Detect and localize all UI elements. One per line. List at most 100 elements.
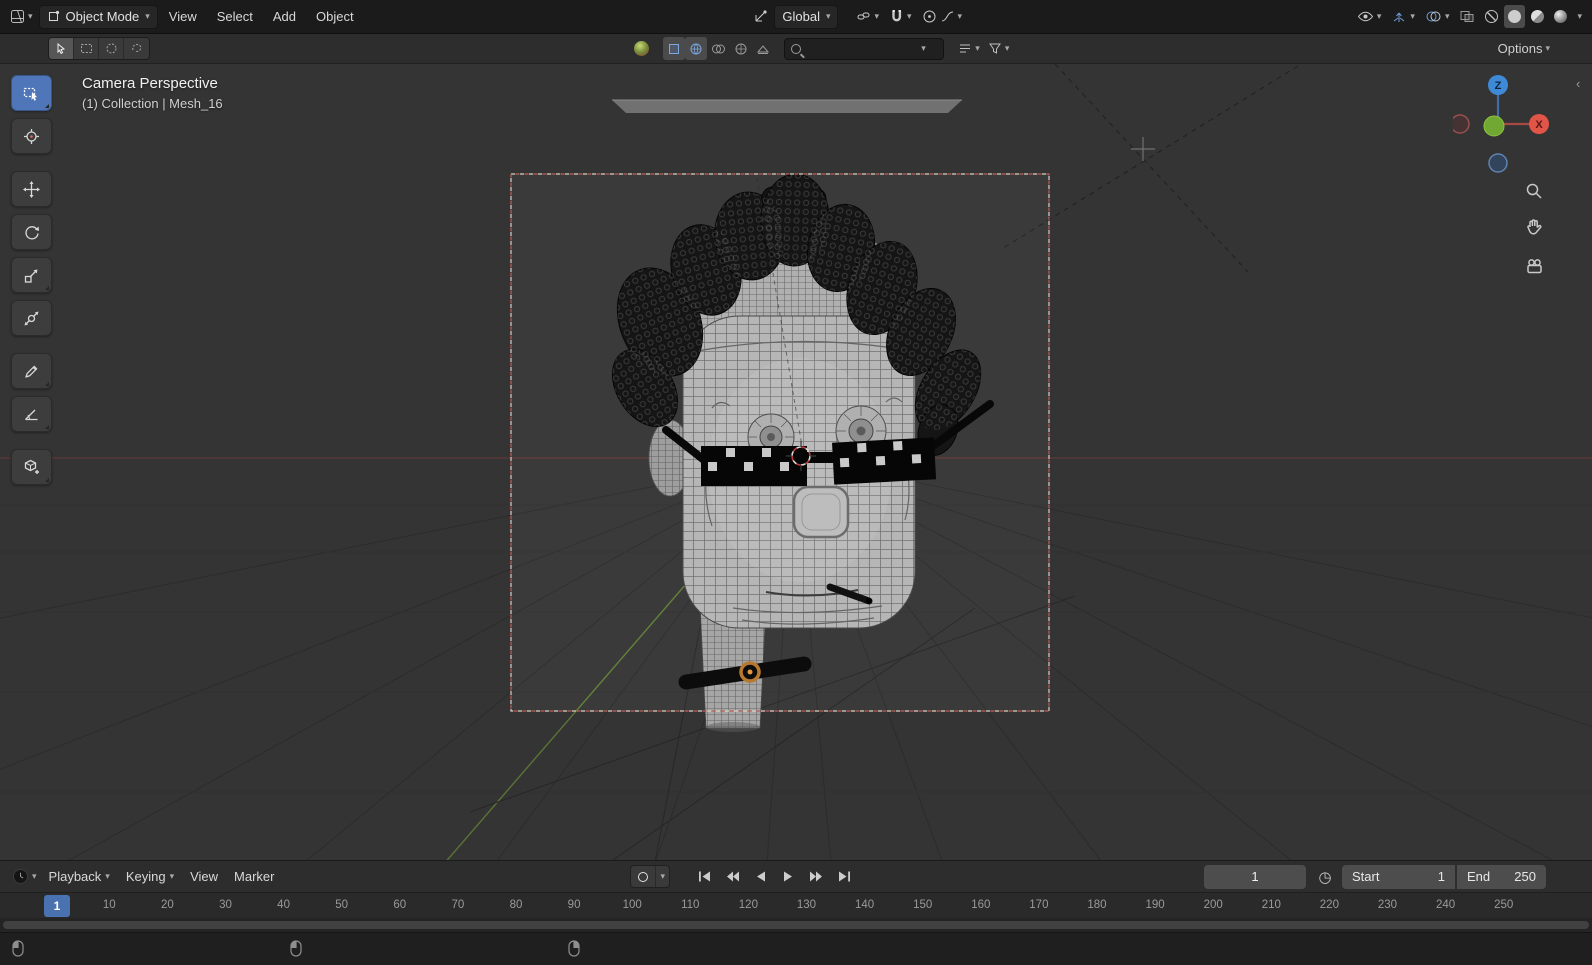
toggle-xray-button[interactable] [1455,5,1479,28]
auto-keying-button[interactable]: ▾ [630,865,671,888]
ruler-tick: 200 [1203,899,1223,911]
snap-target-button[interactable]: ▾ [852,5,883,28]
tool-annotate[interactable] [11,353,52,389]
flat-panel-icon [756,42,770,56]
playhead[interactable]: 1 [44,895,70,917]
viewport-header-row1: ▾ Object Mode ▾ View Select Add Object G… [0,0,1592,33]
chevron-down-icon: ▾ [1444,11,1450,21]
shading-rendered-button[interactable] [1550,5,1571,28]
visibility-button[interactable]: ▾ [1353,5,1386,28]
proportional-editing-button[interactable]: ▾ [918,5,967,28]
chevron-down-icon: ▾ [1545,43,1550,53]
gizmo-square-icon [667,42,681,56]
compositor-toggle-button[interactable] [752,37,774,60]
jump-to-end-button[interactable] [832,866,856,888]
menu-marker-label: Marker [234,869,275,884]
toggle-overlays-button[interactable] [685,37,708,60]
editor-3d-viewport-icon [10,9,25,24]
gizmo-arrows-icon [1391,9,1407,24]
material-preview-ball-icon [634,41,650,56]
ruler-tick: 40 [277,899,290,911]
shading-globe-button[interactable] [730,37,752,60]
select-tweak-button[interactable] [49,38,74,59]
shading-options-button[interactable]: ▾ [1573,5,1586,28]
select-circle-button[interactable] [99,38,124,59]
sidebar-toggle-arrow[interactable]: ‹ [1576,76,1580,91]
jump-prev-keyframe-button[interactable] [720,866,744,888]
tool-select-box[interactable] [11,75,52,111]
options-dropdown[interactable]: Options ▾ [1494,37,1554,60]
transform-orientation-dropdown[interactable]: Global ▾ [774,4,839,29]
transform-orientation-icon-button[interactable] [749,5,772,28]
menu-marker[interactable]: Marker [226,865,282,889]
jump-to-start-button[interactable] [692,866,716,888]
navigation-gizmo[interactable]: Z X [1453,73,1553,173]
show-gizmos-button[interactable]: ▾ [1387,5,1419,28]
zoom-button[interactable] [1521,178,1547,204]
menu-object[interactable]: Object [307,5,363,29]
pan-hand-button[interactable] [1521,214,1547,240]
ruler-tick: 70 [451,899,465,911]
shading-wireframe-button[interactable] [1481,5,1502,28]
timeline-editor-type-button[interactable]: ▾ [8,865,41,888]
mode-dropdown[interactable]: Object Mode ▾ [38,4,158,29]
viewport-header-row2: ▾ ▾ ▾ Options ▾ [0,33,1592,64]
chevron-down-icon: ▾ [907,11,912,21]
editor-type-button[interactable]: ▾ [6,5,37,28]
wireframe-sphere-icon [1485,10,1499,23]
tool-move[interactable] [11,171,52,207]
globe-grid-icon [734,42,748,56]
menu-keying[interactable]: Keying ▾ [118,865,182,889]
tool-measure[interactable] [11,396,52,432]
frame-end-field[interactable]: End 250 [1457,864,1546,889]
shading-material-button[interactable] [1527,5,1548,28]
menu-select[interactable]: Select [208,5,262,29]
jump-next-keyframe-button[interactable] [804,866,828,888]
tool-add-cube[interactable] [11,449,52,485]
frame-start-field[interactable]: Start 1 [1342,864,1455,889]
select-lasso-button[interactable] [124,38,149,59]
snapping-button[interactable]: ▾ [885,5,916,28]
auto-keying-dropdown[interactable]: ▾ [655,866,669,887]
toggle-xray-small-button[interactable] [707,37,730,60]
svg-text:X: X [1535,119,1543,131]
play-button[interactable] [776,866,800,888]
search-input[interactable] [806,41,917,56]
search-icon [791,43,802,54]
viewport-search-field[interactable]: ▾ [784,37,945,60]
tool-cursor[interactable] [11,118,52,154]
timeline-scroll-region [0,918,1592,932]
current-frame-value: 1 [1251,869,1259,884]
filter-list-button[interactable]: ▾ [954,37,984,60]
select-box-button[interactable] [74,38,99,59]
timeline-ruler[interactable]: 10 20 30 40 50 60 70 80 90 100 110 120 130 140 150 160 1… [0,892,1592,918]
ruler-tick: 90 [567,899,581,911]
menu-playback[interactable]: Playback ▾ [41,865,118,889]
filter-funnel-button[interactable]: ▾ [984,37,1014,60]
mouse-left-icon [12,940,24,960]
orientation-axes-icon [753,9,768,24]
chain-link-icon [856,9,871,24]
shading-solid-button[interactable] [1504,5,1526,28]
funnel-icon [988,42,1002,55]
viewport-canvas[interactable] [0,64,1592,860]
menu-add[interactable]: Add [264,5,305,29]
play-reverse-button[interactable] [748,866,772,888]
tool-rotate[interactable] [11,214,52,250]
model-mesh16[interactable] [599,173,994,732]
tool-transform[interactable] [11,300,52,336]
show-overlays-button[interactable]: ▾ [1421,5,1454,28]
select-mode-group [48,37,150,60]
solid-sphere-icon [1508,10,1522,23]
toggle-gizmos-button[interactable] [663,37,686,60]
tool-scale[interactable] [11,257,52,293]
material-preview-ball-button[interactable] [630,37,653,60]
start-label: Start [1352,869,1380,884]
horizontal-scrollbar[interactable] [3,921,1589,929]
menu-playback-label: Playback [48,869,102,884]
menu-view[interactable]: View [160,5,206,29]
menu-timeline-view[interactable]: View [182,865,226,889]
current-frame-field[interactable]: 1 [1204,864,1306,889]
use-preview-range-button[interactable]: ◷ [1314,865,1336,889]
camera-view-button[interactable] [1521,253,1547,279]
